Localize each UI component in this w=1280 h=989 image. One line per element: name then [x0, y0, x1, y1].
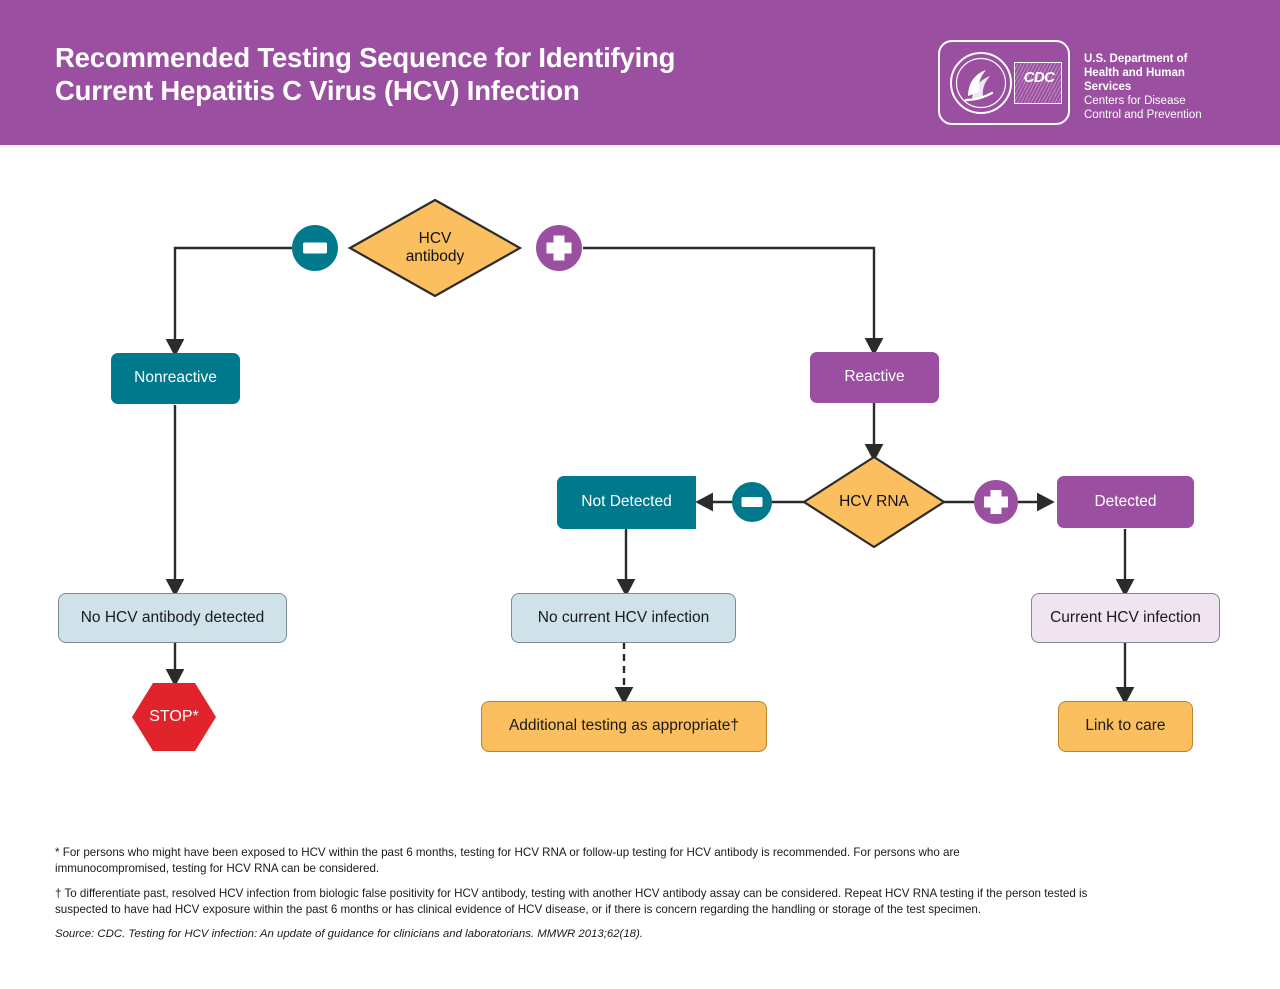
- sign-rna-positive[interactable]: [974, 480, 1018, 524]
- cdc-wordmark-text: CDC: [1023, 69, 1055, 86]
- agency-line-1: U.S. Department of: [1084, 53, 1188, 65]
- node-reactive[interactable]: Reactive: [810, 352, 939, 403]
- sign-antibody-positive[interactable]: [536, 225, 582, 271]
- node-not-detected-label: Not Detected: [581, 493, 672, 511]
- node-hcv-rna-diamond[interactable]: [801, 455, 947, 549]
- node-hcv-antibody-diamond[interactable]: [347, 198, 523, 298]
- node-current-hcv-infection-label: Current HCV infection: [1050, 608, 1201, 626]
- sign-rna-negative[interactable]: [732, 482, 772, 522]
- footnotes-section: * For persons who might have been expose…: [55, 845, 1235, 940]
- source-citation: Source: CDC. Testing for HCV infection: …: [55, 927, 643, 940]
- node-link-to-care[interactable]: Link to care: [1058, 701, 1193, 752]
- page-title: Recommended Testing Sequence for Identif…: [55, 42, 835, 107]
- agency-line-4: Control and Prevention: [1084, 109, 1202, 122]
- flowchart-canvas: HCV antibody HCV RNA STOP* Nonreactive R…: [0, 145, 1280, 835]
- footnote-asterisk: * For persons who might have been expose…: [55, 846, 960, 876]
- node-nonreactive-label: Nonreactive: [134, 369, 217, 387]
- hhs-seal-icon: [950, 52, 1012, 114]
- node-current-hcv-infection[interactable]: Current HCV infection: [1031, 593, 1220, 643]
- sign-antibody-negative[interactable]: [292, 225, 338, 271]
- agency-line-2: Health and Human Services: [1084, 67, 1185, 94]
- footnote-dagger: † To differentiate past, resolved HCV in…: [55, 886, 1088, 917]
- node-additional-testing[interactable]: Additional testing as appropriate†: [481, 701, 767, 752]
- node-no-current-hcv-infection-label: No current HCV infection: [537, 608, 710, 626]
- edge-antibody-negative: [165, 246, 292, 357]
- node-stop-hexagon[interactable]: [132, 683, 216, 751]
- node-detected[interactable]: Detected: [1057, 476, 1194, 528]
- node-reactive-label: Reactive: [844, 368, 905, 386]
- node-link-to-care-label: Link to care: [1085, 717, 1166, 735]
- node-no-hcv-antibody-detected-label: No HCV antibody detected: [80, 608, 265, 626]
- node-additional-testing-label: Additional testing as appropriate†: [508, 717, 740, 735]
- agency-line-3: Centers for Disease: [1084, 95, 1186, 108]
- agency-name: U.S. Department of Health and Human Serv…: [1084, 52, 1234, 122]
- cdc-wordmark: CDC: [1014, 62, 1062, 104]
- page-title-line-1: Recommended Testing Sequence for Identif…: [55, 42, 676, 73]
- node-detected-label: Detected: [1094, 492, 1157, 510]
- hhs-badge-frame: CDC: [938, 40, 1070, 125]
- node-no-current-hcv-infection[interactable]: No current HCV infection: [511, 593, 736, 643]
- node-no-hcv-antibody-detected[interactable]: No HCV antibody detected: [58, 593, 287, 643]
- cdc-hhs-logo: CDC U.S. Department of Health and Human …: [938, 40, 1228, 125]
- page-title-line-2: Current Hepatitis C Virus (HCV) Infectio…: [55, 74, 580, 106]
- node-not-detected[interactable]: Not Detected: [557, 476, 696, 529]
- edge-antibody-positive: [583, 246, 884, 356]
- page-header: Recommended Testing Sequence for Identif…: [0, 0, 1280, 145]
- node-nonreactive[interactable]: Nonreactive: [111, 353, 240, 404]
